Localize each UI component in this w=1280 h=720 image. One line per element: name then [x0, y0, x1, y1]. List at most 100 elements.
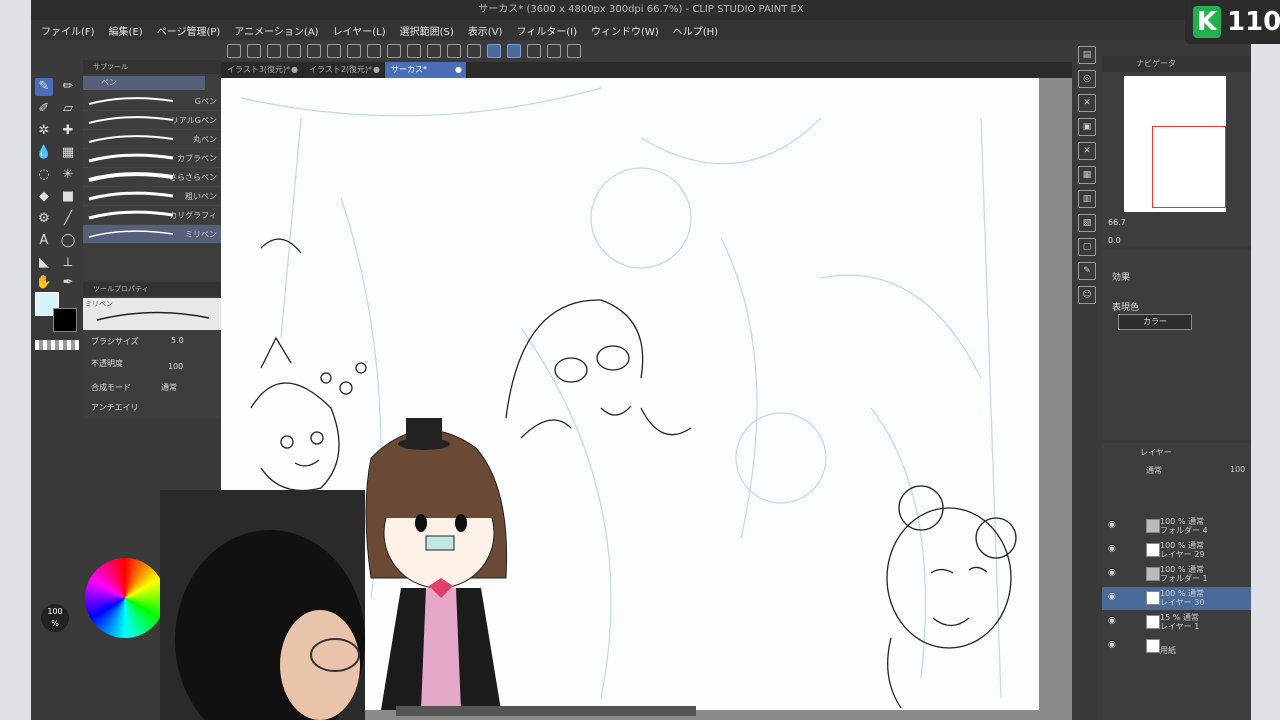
stream-badge: K 110 [1185, 0, 1280, 44]
document-icon[interactable]: ▢ [1078, 238, 1096, 256]
person-icon[interactable]: ☺ [1078, 286, 1096, 304]
rotation-value[interactable]: 0.0 [1108, 236, 1121, 245]
search-icon[interactable]: ◎ [1078, 70, 1096, 88]
menu-page[interactable]: ページ管理(P) [157, 23, 221, 38]
menu-animation[interactable]: アニメーション(A) [234, 23, 318, 38]
tab-illust2[interactable]: イラスト2(復元)* ● [303, 62, 385, 78]
transform-icon[interactable] [407, 44, 421, 58]
zoom-value[interactable]: 66.7 [1108, 218, 1126, 227]
expression-color-select[interactable]: カラー [1118, 314, 1192, 330]
snap-grid-icon[interactable] [527, 44, 541, 58]
navigator-thumbnail[interactable] [1124, 76, 1226, 212]
help-icon[interactable] [567, 44, 581, 58]
close-icon[interactable]: ✕ [1078, 94, 1096, 112]
layer-item-30[interactable]: ◉ 100 % 通常 レイヤー 30 [1102, 587, 1251, 610]
undo-icon[interactable] [307, 44, 321, 58]
pen-calligraphy[interactable]: カリグラフィ [83, 206, 221, 225]
eye-icon[interactable]: ◉ [1108, 544, 1116, 554]
opacity-value[interactable]: 100 [168, 362, 183, 371]
eye-icon[interactable]: ◉ [1108, 520, 1116, 530]
operation-tool-icon[interactable]: ▦ [59, 144, 77, 162]
text-tool-icon[interactable]: A [35, 232, 53, 250]
line-tool-icon[interactable]: ╱ [59, 210, 77, 228]
clear-icon[interactable] [367, 44, 381, 58]
layer-item-29[interactable]: ◉ 100 % 通常 レイヤー 29 [1102, 539, 1251, 562]
snap-special-ruler-icon[interactable] [507, 44, 521, 58]
sub-color-swatch[interactable] [53, 308, 77, 332]
transparent-color-swatch[interactable] [35, 340, 79, 350]
layer-item-folder1[interactable]: ◉ 100 % 通常 フォルダー 1 [1102, 563, 1251, 586]
grid-icon[interactable]: ▦ [1078, 166, 1096, 184]
image-icon[interactable]: ▣ [1078, 118, 1096, 136]
eye-icon[interactable]: ◉ [1108, 592, 1116, 602]
menu-help[interactable]: ヘルプ(H) [673, 23, 718, 38]
brush-tool-icon[interactable]: ✐ [35, 100, 53, 118]
edit-icon[interactable]: ✎ [1078, 262, 1096, 280]
frame-tool-icon[interactable]: ◣ [35, 254, 53, 272]
menu-edit[interactable]: 編集(E) [109, 23, 143, 38]
menu-selection[interactable]: 選択範囲(S) [400, 23, 454, 38]
deselect-icon[interactable] [427, 44, 441, 58]
menu-filter[interactable]: フィルター(I) [516, 23, 577, 38]
pen-milli[interactable]: ミリペン [83, 225, 221, 244]
eye-icon[interactable]: ◉ [1108, 616, 1116, 626]
home-icon[interactable] [227, 44, 241, 58]
menu-window[interactable]: ウィンドウ(W) [591, 23, 659, 38]
layer-item-folder4[interactable]: ◉ 100 % 通常 フォルダー 4 [1102, 515, 1251, 538]
tab-illust3[interactable]: イラスト3(復元)* ● [221, 62, 303, 78]
eyedropper-tool-icon[interactable]: ⚙ [35, 210, 53, 228]
blend-tool-icon[interactable]: 💧 [35, 144, 53, 162]
fill-icon[interactable] [387, 44, 401, 58]
snap-ruler-icon[interactable] [487, 44, 501, 58]
pen-kabura[interactable]: カブラペン [83, 149, 221, 168]
pen-real-g[interactable]: リアルGペン [83, 111, 221, 130]
pencil-tool-icon[interactable]: ✏ [59, 78, 77, 96]
balloon-tool-icon[interactable]: ◯ [59, 232, 77, 250]
move-tool-icon[interactable]: ✚ [59, 122, 77, 140]
layer-opacity-value[interactable]: 100 [1230, 465, 1245, 474]
close-icon[interactable]: ● [455, 62, 462, 78]
fill-tool-icon[interactable]: ◆ [35, 188, 53, 206]
pen-g[interactable]: Gペン [83, 92, 221, 111]
ruler-tool-icon[interactable]: ⟂ [59, 254, 77, 272]
subtool-group-pen[interactable]: ペン [83, 76, 205, 90]
tab-circus[interactable]: サーカス* ● [385, 62, 467, 78]
auto-select-icon[interactable]: ✳ [59, 166, 77, 184]
layer-item-1[interactable]: ◉ 15 % 通常 レイヤー 1 [1102, 611, 1251, 634]
menu-layer[interactable]: レイヤー(L) [333, 23, 386, 38]
color-wheel[interactable] [85, 558, 165, 638]
eye-icon[interactable]: ◉ [1108, 640, 1116, 650]
color-picker-icon[interactable]: ✒ [59, 274, 77, 292]
close-icon[interactable]: ● [291, 62, 298, 78]
material-icon[interactable]: ▤ [1078, 46, 1096, 64]
decoration-tool-icon[interactable]: ✲ [35, 122, 53, 140]
invert-selection-icon[interactable] [447, 44, 461, 58]
eraser-tool-icon[interactable]: ▱ [59, 100, 77, 118]
menu-file[interactable]: ファイル(F) [41, 23, 95, 38]
pen-sarasara[interactable]: さらさらペン [83, 168, 221, 187]
layer-property-icon[interactable]: ▥ [1078, 190, 1096, 208]
open-file-icon[interactable] [267, 44, 281, 58]
lasso-tool-icon[interactable]: ◌ [35, 166, 53, 184]
menu-view[interactable]: 表示(V) [468, 23, 503, 38]
history-icon[interactable]: ▧ [1078, 214, 1096, 232]
redo-icon[interactable] [327, 44, 341, 58]
save-icon[interactable] [287, 44, 301, 58]
pen-maru[interactable]: 丸ペン [83, 130, 221, 149]
pen-tool-icon[interactable]: ✎ [35, 78, 53, 96]
blend-mode-select[interactable]: 通常 [161, 382, 177, 393]
close-icon[interactable]: ✕ [1078, 142, 1096, 160]
navigator-view-rect[interactable] [1152, 126, 1226, 208]
close-icon[interactable]: ● [373, 62, 380, 78]
layer-item-paper[interactable]: ◉ 用紙 [1102, 635, 1251, 658]
hand-tool-icon[interactable]: ✋ [35, 274, 53, 292]
gradient-tool-icon[interactable]: ■ [59, 188, 77, 206]
eye-icon[interactable]: ◉ [1108, 568, 1116, 578]
new-file-icon[interactable] [247, 44, 261, 58]
pen-arai[interactable]: 粗いペン [83, 187, 221, 206]
crop-icon[interactable] [467, 44, 481, 58]
loading-icon[interactable] [347, 44, 361, 58]
settings-icon[interactable] [547, 44, 561, 58]
layer-blend-select[interactable]: 通常 [1146, 465, 1162, 476]
brush-size-value[interactable]: 5.0 [171, 336, 184, 345]
